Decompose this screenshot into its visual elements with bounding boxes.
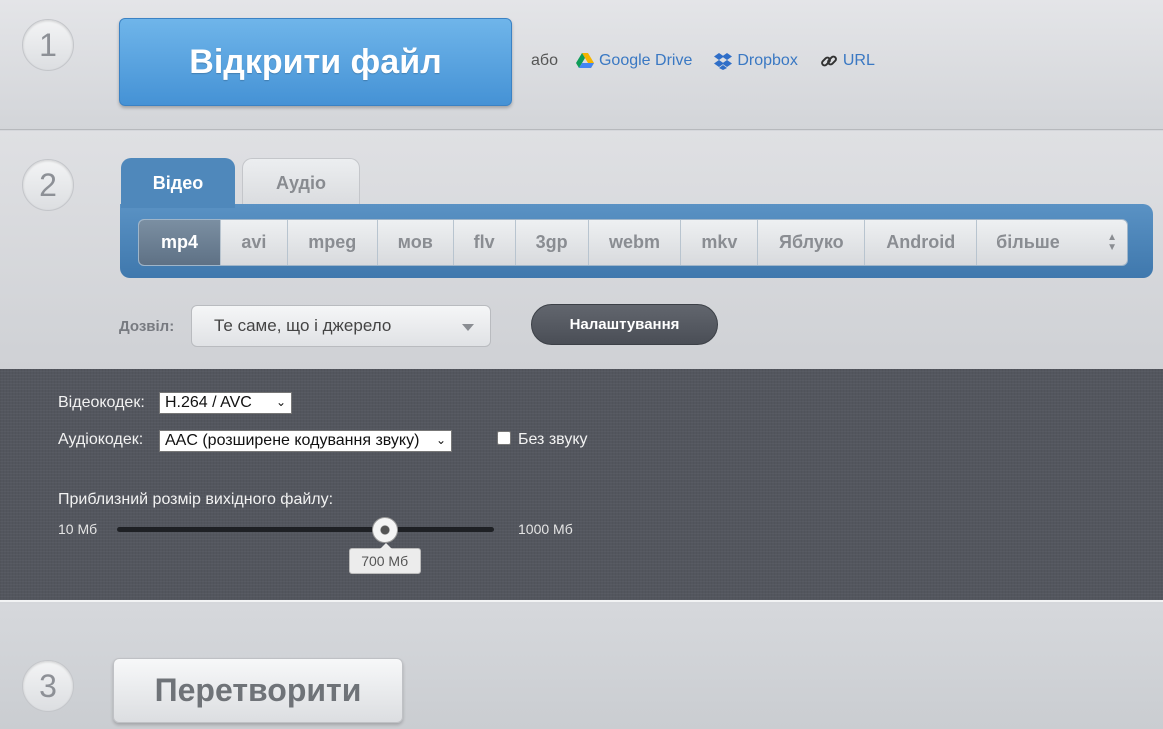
mute-checkbox[interactable] xyxy=(497,431,511,445)
format-3gp[interactable]: 3gp xyxy=(516,220,589,265)
chevron-down-icon: ⌄ xyxy=(435,433,446,447)
url-link[interactable]: URL xyxy=(820,52,875,70)
resolution-select[interactable]: Те саме, що і джерело xyxy=(191,305,491,347)
format-mpeg[interactable]: mpeg xyxy=(288,220,378,265)
tab-video[interactable]: Відео xyxy=(121,158,235,208)
size-min-label: 10 Мб xyxy=(58,521,98,537)
link-icon xyxy=(820,55,837,67)
format-flv[interactable]: flv xyxy=(454,220,516,265)
format-apple[interactable]: Яблуко xyxy=(758,220,866,265)
resolution-label: Дозвіл: xyxy=(119,318,175,335)
resolution-value: Те саме, що і джерело xyxy=(214,316,392,335)
video-codec-value: H.264 / AVC xyxy=(165,394,252,411)
size-value-tooltip: 700 Мб xyxy=(348,543,421,574)
file-size-label: Приблизний розмір вихідного файлу: xyxy=(58,491,334,508)
audio-codec-label: Аудіокодек: xyxy=(58,431,144,448)
audio-codec-value: AAC (розширене кодування звуку) xyxy=(165,432,420,449)
format-webm[interactable]: webm xyxy=(589,220,682,265)
google-drive-icon xyxy=(575,53,594,68)
convert-button[interactable]: Перетворити xyxy=(113,658,403,723)
chevron-down-icon: ⌄ xyxy=(275,395,286,409)
format-more-label: більше xyxy=(996,232,1060,252)
caret-down-icon xyxy=(462,324,474,331)
source-links: або Google Drive Dropbox URL xyxy=(531,52,897,70)
url-label: URL xyxy=(842,52,875,69)
step-number-2: 2 xyxy=(22,159,74,211)
google-drive-link[interactable]: Google Drive xyxy=(575,52,693,70)
step-number-1: 1 xyxy=(22,19,74,71)
format-bar: mp4 avi mpeg мов flv 3gp webm mkv Яблуко… xyxy=(138,219,1128,266)
format-mp4[interactable]: mp4 xyxy=(139,220,221,265)
size-slider-track[interactable] xyxy=(117,527,494,532)
or-label: або xyxy=(531,52,558,69)
google-drive-label: Google Drive xyxy=(598,52,693,69)
size-max-label: 1000 Мб xyxy=(518,521,573,537)
format-avi[interactable]: avi xyxy=(221,220,288,265)
step-number-3: 3 xyxy=(22,660,74,712)
format-mov[interactable]: мов xyxy=(378,220,454,265)
video-codec-label: Відеокодек: xyxy=(58,394,145,411)
format-mkv[interactable]: mkv xyxy=(681,220,759,265)
mute-label[interactable]: Без звуку xyxy=(518,431,588,449)
dropbox-label: Dropbox xyxy=(737,52,798,69)
dropbox-link[interactable]: Dropbox xyxy=(714,52,798,70)
format-android[interactable]: Android xyxy=(865,220,978,265)
updown-arrows-icon: ▲ ▼ xyxy=(1107,232,1118,253)
settings-button[interactable]: Налаштування xyxy=(531,304,718,345)
dropbox-icon xyxy=(714,52,733,70)
video-codec-select[interactable]: H.264 / AVC ⌄ xyxy=(159,392,292,414)
audio-codec-select[interactable]: AAC (розширене кодування звуку) ⌄ xyxy=(159,430,452,452)
size-slider-handle[interactable] xyxy=(371,517,398,543)
format-more-select[interactable]: більше ▲ ▼ xyxy=(977,220,1127,265)
tab-audio[interactable]: Аудіо xyxy=(242,158,360,208)
open-file-button[interactable]: Відкрити файл xyxy=(119,18,512,106)
